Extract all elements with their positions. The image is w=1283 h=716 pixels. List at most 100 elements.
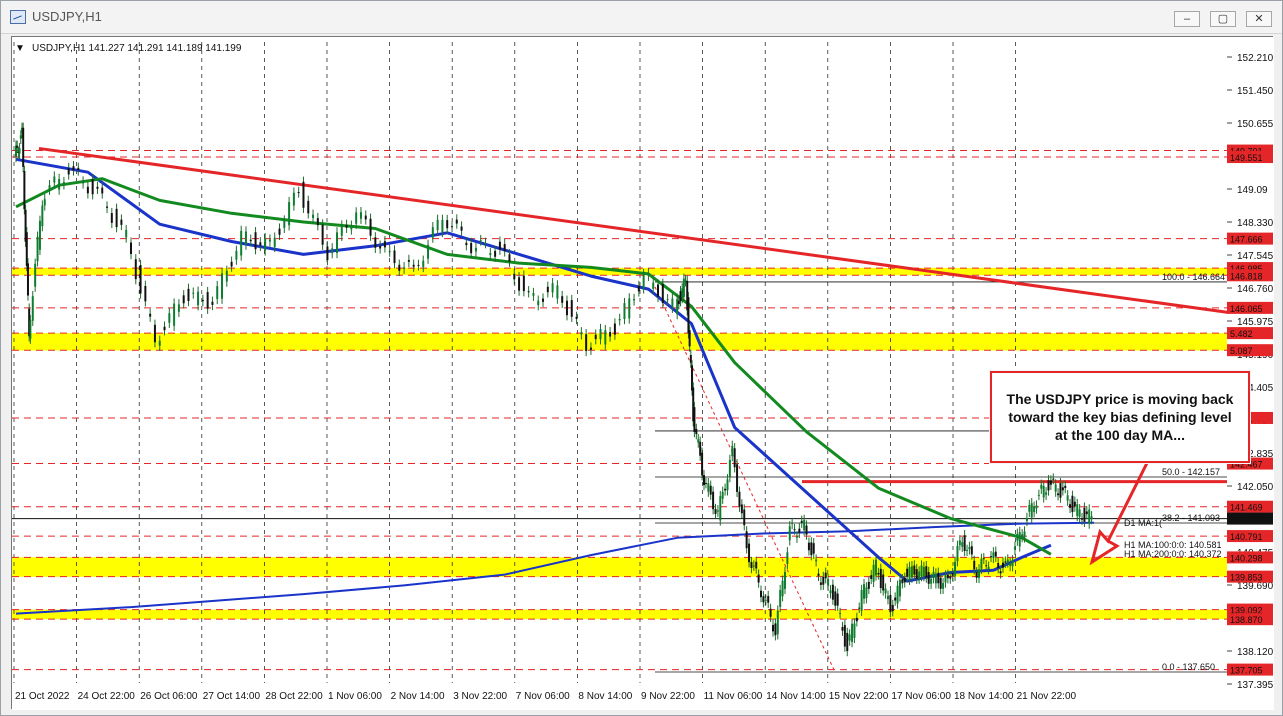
candle-body — [963, 535, 966, 551]
candle-body — [769, 608, 772, 617]
candle-body — [688, 330, 691, 347]
candle-body — [1081, 518, 1084, 520]
candle-body — [987, 566, 990, 570]
candle-body — [470, 243, 473, 254]
candle-body — [896, 585, 899, 604]
candle-body — [264, 238, 267, 251]
candle-body — [652, 282, 655, 289]
candle-body — [884, 588, 887, 594]
candle-body — [67, 168, 70, 175]
candle-body — [532, 293, 535, 296]
candle-body — [441, 219, 444, 232]
x-tick-label: 8 Nov 14:00 — [578, 691, 632, 702]
minimize-button[interactable]: – — [1174, 11, 1200, 27]
candle-body — [498, 241, 501, 250]
annotation-line-2: toward the key bias defining level — [1008, 409, 1232, 425]
candle-body — [973, 560, 976, 570]
candle-body — [125, 230, 128, 238]
candle-body — [450, 226, 453, 228]
candle-body — [537, 300, 540, 306]
candle-body — [791, 523, 794, 525]
candle-body — [657, 284, 660, 297]
candle-body — [503, 244, 506, 252]
candle-body — [455, 219, 458, 224]
candle-body — [556, 285, 559, 299]
maximize-button[interactable]: ▢ — [1210, 11, 1236, 27]
candle-body — [542, 298, 545, 302]
price-label-text: 147.666 — [1230, 235, 1263, 245]
x-tick-label: 24 Oct 22:00 — [78, 691, 136, 702]
candle-body — [736, 464, 739, 492]
candle-body — [18, 148, 21, 154]
chart-canvas[interactable]: 21 Oct 2022 24 Oct 22:00 26 Oct 06:00 27 Oc… — [11, 36, 1274, 710]
candle-body — [412, 264, 415, 267]
candle-body — [1061, 487, 1064, 491]
yellow-zone — [12, 333, 1227, 351]
candle-body — [822, 576, 825, 585]
candle-body — [961, 542, 964, 547]
candle-body — [671, 298, 674, 308]
candle-body — [841, 627, 844, 631]
candle-body — [144, 285, 147, 302]
candle-body — [975, 572, 978, 578]
candle-body — [446, 220, 449, 229]
candle-body — [1088, 509, 1091, 524]
candle-body — [647, 273, 650, 276]
candle-body — [235, 250, 238, 260]
candle-body — [129, 242, 132, 255]
y-tick-label: 152.210 — [1237, 53, 1274, 64]
candle-body — [31, 296, 34, 321]
window-title: USDJPY,H1 — [32, 9, 102, 24]
candle-body — [908, 566, 911, 580]
candle-body — [585, 334, 588, 351]
candle-body — [369, 218, 372, 236]
candle-body — [53, 176, 56, 183]
candle-body — [824, 572, 827, 579]
candle-body — [355, 212, 358, 224]
y-tick-label: 138.120 — [1237, 647, 1274, 658]
candle-body — [427, 244, 430, 259]
candle-body — [101, 187, 104, 194]
candle-body — [848, 634, 851, 641]
candle-body — [149, 313, 152, 317]
candle-body — [937, 572, 940, 584]
candle-body — [259, 242, 262, 246]
candle-body — [699, 441, 702, 456]
candle-body — [997, 563, 1000, 569]
price-label-text: 139.853 — [1230, 573, 1263, 583]
candle-body — [201, 299, 204, 302]
chart-window: USDJPY,H1 – ▢ ✕ 21 Oct 2022 24 Oct 22:00 2… — [0, 0, 1283, 716]
candle-body — [827, 579, 830, 586]
price-label-text: 140.791 — [1230, 532, 1263, 542]
candle-body — [920, 565, 923, 577]
close-button[interactable]: ✕ — [1246, 11, 1272, 27]
candle-body — [867, 581, 870, 589]
price-label-text: 137.705 — [1230, 666, 1263, 676]
candle-body — [815, 559, 818, 562]
candle-body — [872, 564, 875, 582]
candle-body — [173, 303, 176, 326]
candle-body — [1006, 559, 1009, 563]
candle-body — [1033, 506, 1036, 513]
chart-annotation: The USDJPY price is moving back toward t… — [990, 371, 1250, 463]
candle-body — [177, 304, 180, 312]
candle-body — [704, 482, 707, 484]
candle-body — [393, 250, 396, 264]
candle-body — [570, 300, 573, 317]
candle-body — [1066, 495, 1069, 501]
x-tick-label: 15 Nov 22:00 — [829, 691, 889, 702]
chart-header-arrow: ▼ — [15, 43, 25, 54]
fibonacci-label: 50.0 - 142.157 — [1162, 467, 1220, 477]
candle-body — [927, 572, 930, 584]
x-tick-label: 27 Oct 14:00 — [203, 691, 261, 702]
candle-body — [985, 565, 988, 567]
candle-body — [350, 225, 353, 230]
candle-body — [817, 573, 820, 576]
candle-body — [307, 200, 310, 214]
candle-body — [836, 593, 839, 606]
candle-body — [930, 578, 933, 584]
candle-body — [1001, 562, 1004, 568]
candle-body — [970, 546, 973, 555]
candle-body — [891, 604, 894, 612]
candle-body — [968, 546, 971, 550]
